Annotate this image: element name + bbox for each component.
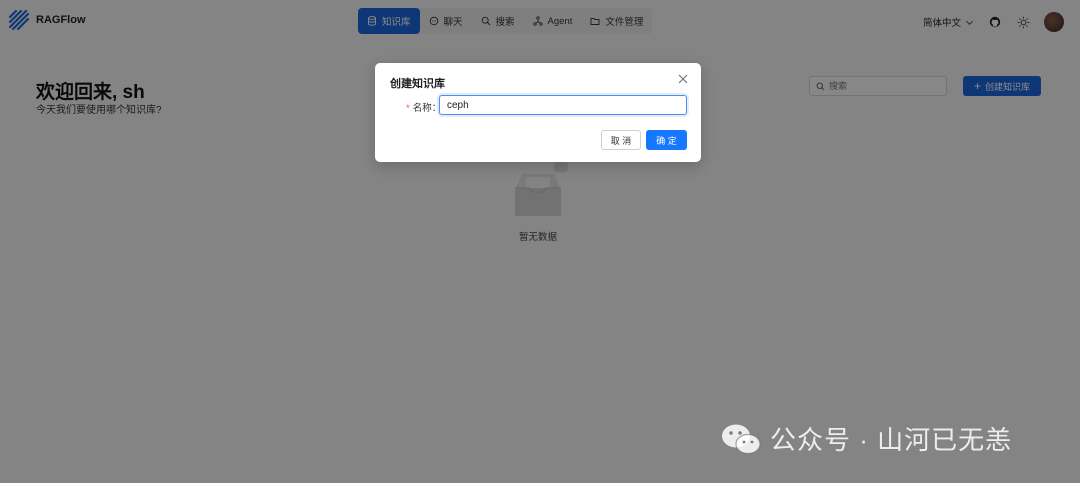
watermark: 公众号 · 山河已无恙: [720, 420, 1012, 457]
close-icon[interactable]: [677, 73, 689, 85]
name-label-text: 名称: [412, 103, 432, 114]
cancel-button[interactable]: 取 消: [601, 130, 641, 150]
name-field-label: * 名称：: [406, 103, 442, 114]
watermark-text: 公众号 · 山河已无恙: [770, 425, 1013, 455]
required-asterisk: *: [406, 103, 410, 114]
dialog-title: 创建知识库: [390, 78, 445, 90]
name-field[interactable]: [439, 95, 687, 115]
ok-button[interactable]: 确 定: [646, 130, 687, 150]
wechat-icon: [722, 424, 761, 454]
create-knowledge-base-dialog: 创建知识库 *名称： 取 消 确 定: [375, 63, 701, 162]
